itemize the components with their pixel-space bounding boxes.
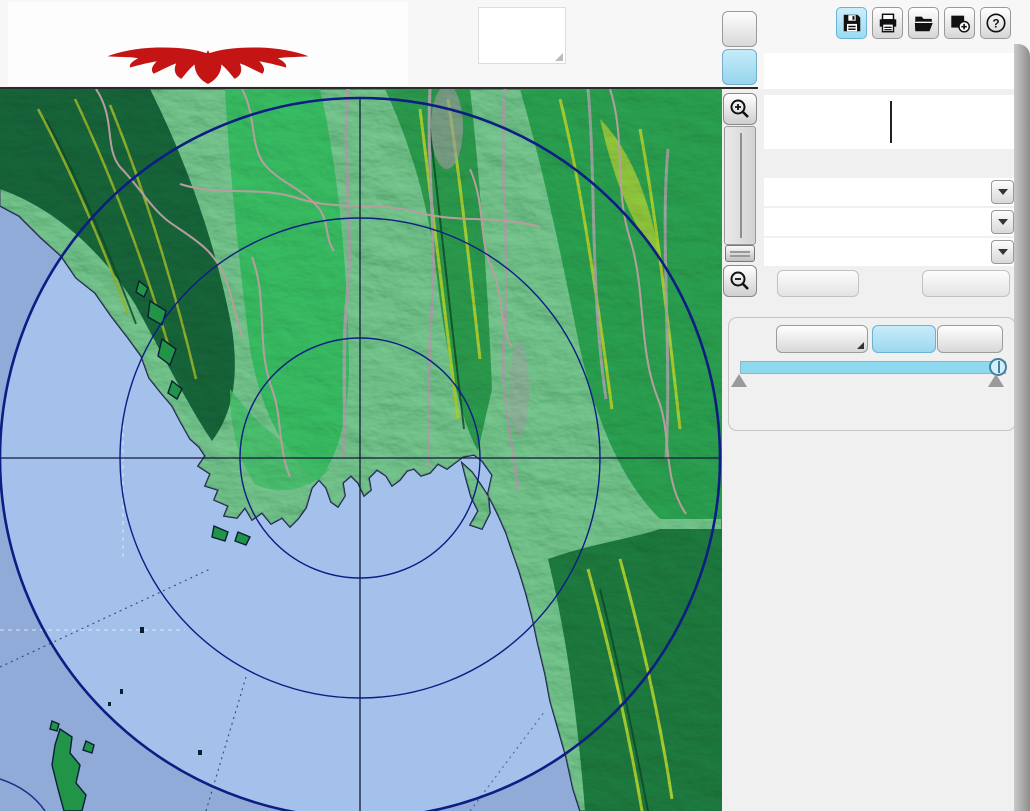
zoom-in-icon [728, 97, 752, 121]
corner-more-icon [857, 342, 864, 349]
window-edge [1014, 44, 1030, 811]
slider-groove [740, 133, 742, 238]
chevron-down-icon [998, 219, 1008, 225]
bookmark-button[interactable] [776, 325, 868, 353]
replay-manual-button[interactable] [937, 325, 1003, 353]
zoom-out-icon [728, 269, 752, 293]
select-button[interactable] [922, 270, 1010, 297]
map-zoom-in-button[interactable] [723, 93, 757, 125]
product-combo[interactable] [764, 208, 1016, 236]
map-zoom-slider-track[interactable] [724, 126, 756, 245]
print-icon [877, 12, 899, 34]
eagle-icon [12, 46, 404, 86]
print-button[interactable] [872, 7, 903, 39]
save-icon [841, 12, 863, 34]
svg-text:?: ? [992, 17, 999, 31]
clock-inset-box [478, 7, 566, 64]
option-combo[interactable] [764, 238, 1016, 266]
replay-slider-ticks [750, 378, 970, 387]
jbirds-logo [8, 2, 408, 86]
radar-map[interactable] [0, 89, 722, 811]
timezone-utc-button[interactable] [722, 11, 757, 47]
site-combo-dropdown-button[interactable] [991, 180, 1014, 204]
capture-add-icon [949, 12, 971, 34]
map-zoom-out-button[interactable] [723, 265, 757, 297]
chevron-down-icon [998, 249, 1008, 255]
timezone-mmt-button[interactable] [722, 49, 757, 85]
replay-auto-button[interactable] [872, 325, 936, 353]
replay-slider-track[interactable] [740, 361, 1006, 374]
replay-range-end-marker[interactable] [988, 374, 1004, 387]
replay-range-start-marker[interactable] [731, 374, 747, 387]
option-combo-dropdown-button[interactable] [991, 240, 1014, 264]
resize-grip-icon [555, 53, 563, 61]
chevron-down-icon [998, 189, 1008, 195]
open-folder-icon [913, 12, 935, 34]
previous-button[interactable] [777, 270, 859, 297]
product-combo-dropdown-button[interactable] [991, 210, 1014, 234]
site-combo[interactable] [764, 178, 1016, 206]
capture-add-button[interactable] [944, 7, 975, 39]
station-name-field [764, 53, 1016, 89]
map-zoom-slider-handle[interactable] [725, 245, 755, 262]
open-file-button[interactable] [908, 7, 939, 39]
save-button[interactable] [836, 7, 867, 39]
help-button[interactable]: ? [980, 7, 1011, 39]
jbirds-app-window: ? [0, 0, 1030, 811]
range-divider [890, 101, 892, 143]
help-icon: ? [985, 12, 1007, 34]
